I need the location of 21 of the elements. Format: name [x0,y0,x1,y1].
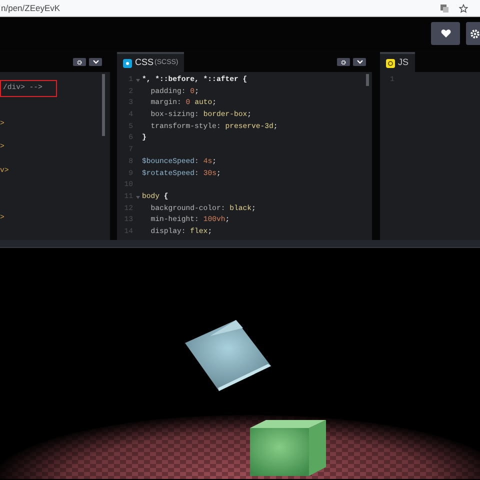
heart-button[interactable] [431,22,460,45]
chevron-down-icon [92,60,98,64]
tab-title: CSS [135,56,154,70]
star-icon[interactable] [459,4,468,12]
settings-button[interactable] [73,58,86,66]
translate-icon[interactable] [440,4,449,12]
js-tab[interactable]: JS [380,52,415,72]
chevron-down-icon [356,60,362,64]
scrollbar[interactable] [366,74,369,86]
tab-title: JS [398,56,409,70]
settings-icon [470,28,480,38]
scrollbar[interactable] [102,74,105,136]
js-icon [386,58,395,68]
heart-icon [440,29,450,38]
settings-button[interactable] [337,58,350,66]
dropdown-button[interactable] [89,58,102,66]
settings-icon [341,60,346,64]
dropdown-button[interactable] [353,58,366,66]
scss-icon [123,58,132,68]
settings-icon [77,60,82,64]
settings-button[interactable] [466,22,480,45]
